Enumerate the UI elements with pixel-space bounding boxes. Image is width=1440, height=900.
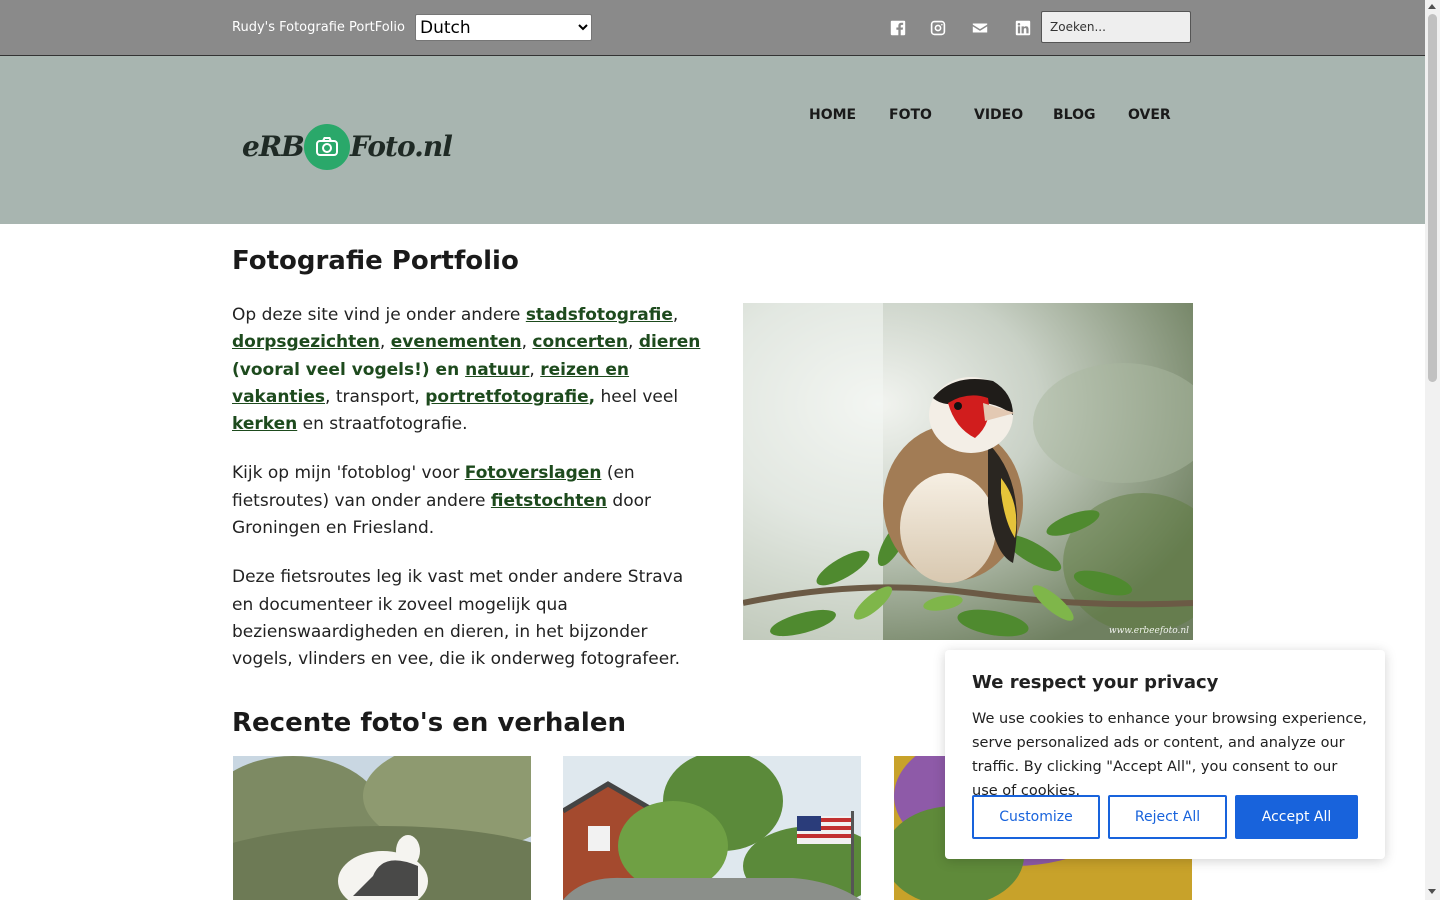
facebook-icon[interactable]: [887, 17, 909, 39]
customize-button[interactable]: Customize: [972, 795, 1100, 839]
page-title: Fotografie Portfolio: [232, 246, 519, 276]
recent-card-stork[interactable]: [233, 756, 531, 900]
top-bar: Rudy's Fotografie PortFolio Dutch: [0, 0, 1425, 56]
reject-all-button[interactable]: Reject All: [1108, 795, 1227, 839]
text: en straatfotografie.: [297, 414, 468, 435]
intro-paragraph-2: Kijk op mijn 'fotoblog' voor Fotoverslag…: [232, 460, 707, 542]
cookie-title: We respect your privacy: [972, 672, 1219, 693]
link-fotoverslagen[interactable]: Fotoverslagen: [465, 463, 602, 483]
text: ,: [672, 305, 679, 325]
text: Kijk op mijn 'fotoblog' voor: [232, 463, 465, 484]
logo-text-right: Foto.nl: [350, 130, 453, 163]
text: (vooral veel vogels!) en: [232, 359, 466, 380]
scroll-thumb[interactable]: [1428, 14, 1437, 382]
vertical-scrollbar[interactable]: [1425, 0, 1440, 900]
link-stadsfotografie[interactable]: stadsfotografie: [526, 305, 673, 325]
site-logo[interactable]: eRBee Foto.nl: [242, 124, 453, 172]
instagram-icon[interactable]: [927, 17, 949, 39]
intro-paragraph-3: Deze fietsroutes leg ik vast met onder a…: [232, 567, 684, 670]
nav-blog[interactable]: BLOG: [1053, 107, 1096, 123]
link-concerten[interactable]: concerten: [532, 332, 628, 352]
text: ,: [529, 359, 541, 380]
nav-home[interactable]: HOME: [809, 107, 856, 123]
section-title: Recente foto's en verhalen: [232, 708, 626, 738]
camera-icon: [304, 124, 350, 170]
nav-over[interactable]: OVER: [1128, 107, 1171, 123]
envelope-icon[interactable]: [969, 17, 991, 39]
site-name[interactable]: Rudy's Fotografie PortFolio: [232, 20, 405, 35]
link-natuur[interactable]: natuur: [465, 360, 529, 380]
site-header: eRBee Foto.nl HOME FOTO VIDEO BLOG OVER: [0, 56, 1425, 224]
hero-image-goldfinch: www.erbeefoto.nl: [743, 303, 1193, 640]
scroll-up-icon[interactable]: [1428, 4, 1436, 9]
text: ,: [521, 332, 533, 353]
link-fietstochten[interactable]: fietstochten: [491, 491, 607, 511]
intro-text: Op deze site vind je onder andere stadsf…: [232, 302, 707, 696]
link-dorpsgezichten[interactable]: dorpsgezichten: [232, 332, 380, 352]
text: heel veel: [595, 386, 679, 407]
cookie-text: We use cookies to enhance your browsing …: [972, 711, 1367, 799]
link-kerken[interactable]: kerken: [232, 414, 297, 434]
link-evenementen[interactable]: evenementen: [391, 332, 522, 352]
search-input[interactable]: [1041, 11, 1191, 43]
link-dieren[interactable]: dieren: [639, 332, 701, 352]
recent-card-car[interactable]: [563, 756, 861, 900]
nav-video[interactable]: VIDEO: [974, 107, 1023, 123]
watermark: www.erbeefoto.nl: [1108, 626, 1189, 636]
link-portretfotografie[interactable]: portretfotografie: [425, 387, 588, 407]
nav-foto[interactable]: FOTO: [889, 107, 932, 123]
text: , transport,: [325, 386, 426, 407]
linkedin-icon[interactable]: [1012, 17, 1034, 39]
text: Op deze site vind je onder andere: [232, 305, 526, 325]
cookie-consent-banner: We respect your privacy We use cookies t…: [945, 650, 1385, 859]
accept-all-button[interactable]: Accept All: [1235, 795, 1358, 839]
text: ,: [628, 332, 639, 353]
scroll-down-icon[interactable]: [1428, 889, 1436, 894]
language-select[interactable]: Dutch: [415, 14, 592, 41]
text: ,: [379, 332, 391, 353]
intro-paragraph-1: Op deze site vind je onder andere stadsf…: [232, 302, 707, 438]
